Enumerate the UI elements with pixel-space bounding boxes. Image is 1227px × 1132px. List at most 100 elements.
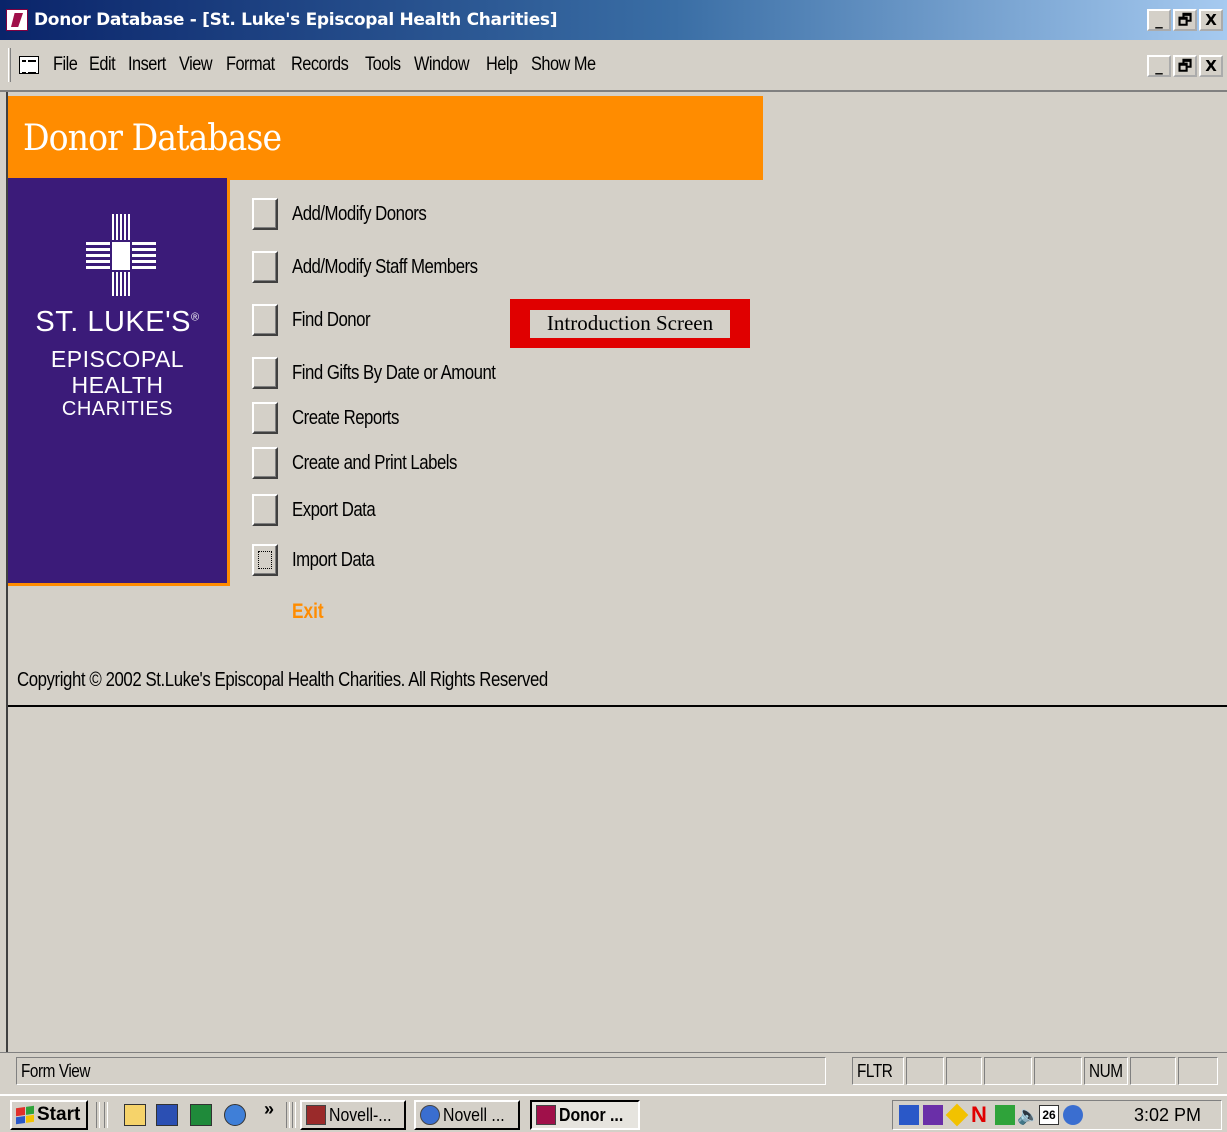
switchboard-row-import-data: Import Data — [252, 544, 390, 576]
status-indicator-3 — [946, 1057, 982, 1085]
status-indicator-7 — [1130, 1057, 1176, 1085]
logo-health: HEALTH — [71, 372, 164, 398]
find-gifts-label[interactable]: Find Gifts By Date or Amount — [292, 362, 496, 385]
access-app-icon — [536, 1105, 556, 1125]
taskbar: Start » Novell-... Novell ... Donor ... … — [0, 1094, 1227, 1132]
logo-charities: CHARITIES — [61, 398, 174, 420]
doc-minimize-button[interactable]: _ — [1147, 55, 1171, 77]
find-donor-button[interactable] — [252, 304, 278, 336]
create-labels-button[interactable] — [252, 447, 278, 479]
tray-pencil-icon[interactable] — [945, 1103, 969, 1127]
create-labels-label[interactable]: Create and Print Labels — [292, 452, 457, 475]
status-fltr-indicator: FLTR — [852, 1057, 904, 1085]
logo-name: ST. LUKE'S® — [35, 306, 200, 338]
tray-globe-icon[interactable] — [1063, 1105, 1083, 1125]
tray-network-icon[interactable] — [899, 1105, 919, 1125]
switchboard-row-create-reports: Create Reports — [252, 402, 419, 434]
exit-button[interactable]: Exit — [292, 600, 324, 624]
doc-restore-button[interactable]: 🗗 — [1173, 55, 1197, 77]
cross-logo-icon — [86, 214, 156, 296]
menu-format[interactable]: Format — [220, 54, 281, 76]
window-title: Donor Database - [St. Luke's Episcopal H… — [34, 10, 558, 30]
status-indicator-5 — [1034, 1057, 1082, 1085]
add-modify-staff-label[interactable]: Add/Modify Staff Members — [292, 256, 478, 279]
switchboard-row-add-modify-staff: Add/Modify Staff Members — [252, 251, 513, 283]
novell-globe-icon — [420, 1105, 440, 1125]
taskbar-separator — [286, 1102, 290, 1128]
window-controls: _ 🗗 X — [1147, 9, 1223, 31]
create-reports-button[interactable] — [252, 402, 278, 434]
status-indicator-8 — [1178, 1057, 1218, 1085]
find-gifts-button[interactable] — [252, 357, 278, 389]
tray-chart-icon[interactable] — [995, 1105, 1015, 1125]
menu-bar: File Edit Insert View Format Records Too… — [0, 40, 1227, 92]
add-modify-donors-label[interactable]: Add/Modify Donors — [292, 203, 427, 226]
introduction-screen-callout: Introduction Screen — [510, 299, 750, 348]
quick-launch-excel-icon[interactable] — [190, 1104, 212, 1126]
copyright-text: Copyright © 2002 St.Luke's Episcopal Hea… — [17, 669, 548, 691]
taskbar-task-novell-1[interactable]: Novell-... — [300, 1100, 406, 1130]
menu-insert[interactable]: Insert — [122, 54, 172, 76]
form-icon[interactable] — [19, 56, 39, 74]
access-app-icon[interactable] — [6, 9, 28, 31]
menu-file[interactable]: File — [47, 54, 83, 76]
taskbar-separator — [104, 1102, 108, 1128]
minimize-button[interactable]: _ — [1147, 9, 1171, 31]
form-footer-divider — [8, 705, 1227, 707]
introduction-screen-label: Introduction Screen — [530, 309, 730, 338]
novell-app-icon — [306, 1105, 326, 1125]
switchboard-row-export-data: Export Data — [252, 494, 391, 526]
quick-launch-word-icon[interactable] — [156, 1104, 178, 1126]
status-indicator-2 — [906, 1057, 944, 1085]
status-mode-text: Form View — [21, 1060, 91, 1081]
add-modify-staff-button[interactable] — [252, 251, 278, 283]
menu-tools[interactable]: Tools — [359, 54, 407, 76]
taskbar-task-donor[interactable]: Donor ... — [530, 1100, 640, 1130]
taskbar-separator — [96, 1102, 100, 1128]
registered-mark: ® — [190, 311, 200, 324]
taskbar-task-novell-2[interactable]: Novell ... — [414, 1100, 520, 1130]
status-bar: Form View FLTR NUM — [0, 1052, 1227, 1088]
menu-records[interactable]: Records — [285, 54, 354, 76]
close-button[interactable]: X — [1199, 9, 1223, 31]
taskbar-clock[interactable]: 3:02 PM — [1134, 1105, 1201, 1126]
menu-edit[interactable]: Edit — [83, 54, 121, 76]
import-data-button[interactable] — [252, 544, 278, 576]
find-donor-label[interactable]: Find Donor — [292, 309, 371, 332]
window-title-bar[interactable]: Donor Database - [St. Luke's Episcopal H… — [0, 0, 1227, 40]
export-data-button[interactable] — [252, 494, 278, 526]
start-label: Start — [37, 1104, 81, 1125]
add-modify-donors-button[interactable] — [252, 198, 278, 230]
logo-subtitle: EPISCOPAL HEALTH — [8, 346, 227, 398]
status-indicator-4 — [984, 1057, 1032, 1085]
export-data-label[interactable]: Export Data — [292, 499, 376, 522]
quick-launch-more-chevron[interactable]: » — [264, 1099, 274, 1120]
switchboard-row-create-labels: Create and Print Labels — [252, 447, 488, 479]
menu-show-me[interactable]: Show Me — [525, 54, 602, 76]
menu-view[interactable]: View — [173, 54, 218, 76]
start-button[interactable]: Start — [10, 1100, 88, 1130]
quick-launch-browser-icon[interactable] — [224, 1104, 246, 1126]
menu-window[interactable]: Window — [408, 54, 475, 76]
system-tray: N 🔈 26 3:02 PM — [892, 1100, 1222, 1130]
taskbar-separator — [292, 1102, 296, 1128]
tray-volume-icon[interactable]: 🔈 — [1017, 1105, 1039, 1125]
switchboard-row-find-donor: Find Donor — [252, 304, 385, 336]
status-mode-pane: Form View — [16, 1057, 826, 1085]
menu-help[interactable]: Help — [480, 54, 524, 76]
logo-episcopal: EPISCOPAL — [50, 346, 185, 372]
tray-app-icon[interactable] — [923, 1105, 943, 1125]
create-reports-label[interactable]: Create Reports — [292, 407, 399, 430]
quick-launch-notepad-icon[interactable] — [124, 1104, 146, 1126]
restore-button[interactable]: 🗗 — [1173, 9, 1197, 31]
tray-n-icon[interactable]: N — [971, 1104, 991, 1126]
switchboard-row-find-gifts: Find Gifts By Date or Amount — [252, 357, 534, 389]
doc-close-button[interactable]: X — [1199, 55, 1223, 77]
windows-logo-icon — [16, 1105, 34, 1125]
focus-indicator — [258, 551, 272, 569]
toolbar-grip[interactable] — [8, 48, 11, 82]
status-num-indicator: NUM — [1084, 1057, 1128, 1085]
switchboard-row-add-modify-donors: Add/Modify Donors — [252, 198, 452, 230]
tray-calendar-icon[interactable]: 26 — [1039, 1105, 1059, 1125]
import-data-label[interactable]: Import Data — [292, 549, 375, 572]
